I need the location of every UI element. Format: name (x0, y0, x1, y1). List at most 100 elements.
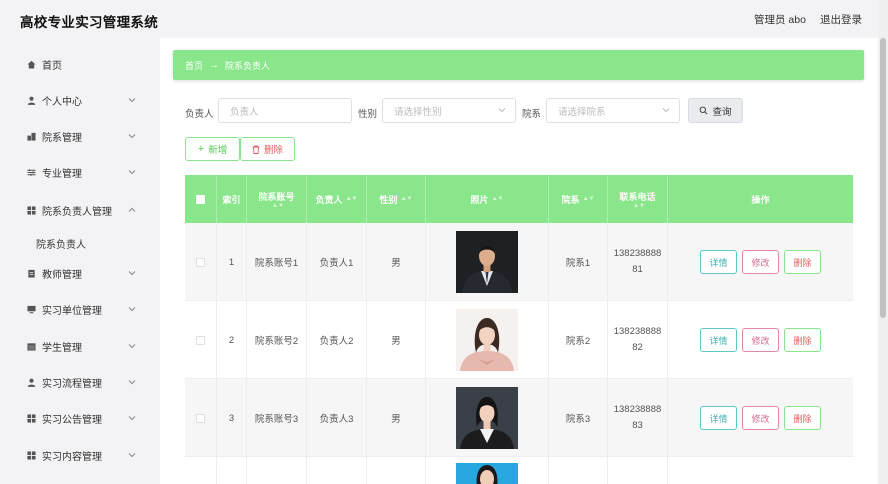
sidebar-item-process[interactable]: 实习流程管理 (0, 364, 160, 400)
avatar (456, 309, 518, 371)
breadcrumb-current: 院系负责人 (225, 60, 271, 71)
dept-select[interactable]: 请选择院系 (546, 98, 680, 123)
sidebar-item-major[interactable]: 专业管理 (0, 154, 160, 190)
sidebar-item-label: 教师管理 (42, 269, 82, 281)
cell-person: 负责人3 (307, 379, 367, 457)
chevron-down-icon (128, 269, 136, 278)
delete-label: 删除 (263, 145, 283, 156)
batch-delete-button[interactable]: 删除 (240, 137, 295, 161)
sidebar-item-label: 学生管理 (42, 342, 82, 354)
building-icon (27, 132, 36, 141)
search-icon (699, 106, 708, 115)
add-button[interactable]: + 新增 (185, 137, 240, 161)
cell-account: 院系账号1 (247, 223, 307, 301)
user-icon (27, 378, 36, 387)
clipboard-icon (27, 269, 36, 278)
chevron-down-icon (128, 451, 136, 460)
chevron-down-icon (128, 342, 136, 351)
edit-button[interactable]: 修改 (742, 328, 779, 352)
sidebar-item-home[interactable]: 首页 (0, 46, 160, 82)
scrollbar-thumb[interactable] (880, 38, 886, 318)
chevron-down-icon (128, 378, 136, 387)
cell-dept: 院系1 (549, 223, 608, 301)
sidebar-item-label: 院系管理 (42, 132, 82, 144)
sidebar-item-label: 首页 (42, 60, 62, 72)
sliders-icon (27, 168, 36, 177)
cell-index: 1 (217, 223, 247, 301)
person-search-input[interactable]: 负责人 (218, 98, 352, 123)
header-photo[interactable]: 照片 ▲▼ (426, 175, 549, 223)
cell-index: 2 (217, 301, 247, 379)
cell-phone: 138238888 81 (608, 223, 668, 301)
grid-icon (27, 413, 36, 423)
user-icon (27, 96, 36, 105)
top-bar: 高校专业实习管理系统 管理员 abo 退出登录 (0, 0, 878, 38)
cell-gender: 男 (367, 223, 426, 301)
header-gender[interactable]: 性别 ▲▼ (367, 175, 426, 223)
logout-link[interactable]: 退出登录 (820, 12, 862, 27)
delete-button[interactable]: 删除 (784, 406, 821, 430)
sidebar-item-content[interactable]: 实习内容管理 (0, 437, 160, 473)
gender-select[interactable]: 请选择性别 (382, 98, 516, 123)
row-checkbox[interactable] (196, 335, 205, 345)
edit-button[interactable]: 修改 (742, 250, 779, 274)
sidebar-item-dept-head[interactable]: 院系负责人管理 (0, 192, 160, 228)
chevron-down-icon (662, 106, 670, 115)
delete-button[interactable]: 删除 (784, 328, 821, 352)
header-select-all[interactable] (185, 175, 217, 223)
avatar (456, 387, 518, 449)
detail-button[interactable]: 详情 (700, 406, 737, 430)
sort-icon: ▲▼ (272, 202, 284, 209)
app-title: 高校专业实习管理系统 (20, 15, 158, 30)
sidebar-item-student[interactable]: 学生管理 (0, 328, 160, 364)
chevron-up-icon (128, 206, 136, 215)
submenu-item-dept-head[interactable]: 院系负责人 (36, 236, 86, 251)
cell-phone: 138238888 82 (608, 301, 668, 379)
person-placeholder: 负责人 (230, 106, 259, 118)
sort-icon: ▲▼ (491, 196, 504, 202)
gender-placeholder: 请选择性别 (394, 106, 442, 118)
add-label: 新增 (208, 145, 228, 156)
table-row: 1 院系账号1 负责人1 男 院系1 138238888 81 详情 修改 删除 (185, 223, 853, 301)
grid-icon (27, 205, 36, 215)
sidebar-item-label: 实习流程管理 (42, 378, 102, 390)
sidebar-item-company[interactable]: 实习单位管理 (0, 291, 160, 327)
detail-button[interactable]: 详情 (700, 328, 737, 352)
calendar-icon (27, 342, 36, 351)
sidebar-item-profile[interactable]: 个人中心 (0, 82, 160, 118)
sidebar-item-notice[interactable]: 实习公告管理 (0, 400, 160, 436)
header-phone[interactable]: 联系电话 ▲▼ (608, 175, 668, 223)
chevron-down-icon (128, 132, 136, 141)
grid-icon (27, 450, 36, 460)
sidebar-item-label: 实习单位管理 (42, 305, 102, 317)
select-all-checkbox[interactable] (196, 194, 205, 204)
delete-button[interactable]: 删除 (784, 250, 821, 274)
sidebar-item-teacher[interactable]: 教师管理 (0, 255, 160, 291)
detail-button[interactable]: 详情 (700, 250, 737, 274)
chevron-down-icon (128, 96, 136, 105)
query-button[interactable]: 查询 (688, 98, 743, 123)
chevron-down-icon (128, 414, 136, 423)
chevron-down-icon (128, 305, 136, 314)
cell-dept: 院系2 (549, 301, 608, 379)
trash-icon (252, 145, 260, 154)
cell-gender: 男 (367, 379, 426, 457)
breadcrumb-home[interactable]: 首页 (185, 59, 203, 72)
header-person[interactable]: 负责人 ▲▼ (307, 175, 367, 223)
table-row: 2 院系账号2 负责人2 男 院系2 138238888 82 详情 修改 删除 (185, 301, 853, 379)
cell-account: 院系账号3 (247, 379, 307, 457)
sidebar-item-dept[interactable]: 院系管理 (0, 118, 160, 154)
person-label: 负责人 (185, 109, 214, 120)
header-dept[interactable]: 院系 ▲▼ (549, 175, 608, 223)
row-checkbox[interactable] (196, 257, 205, 267)
edit-button[interactable]: 修改 (742, 406, 779, 430)
sidebar-item-label: 院系负责人管理 (42, 206, 112, 218)
sidebar-item-label: 个人中心 (42, 96, 82, 108)
sidebar-item-label: 专业管理 (42, 168, 82, 180)
table-row (185, 457, 853, 484)
header-account[interactable]: 院系账号 ▲▼ (247, 175, 307, 223)
cell-phone: 138238888 83 (608, 379, 668, 457)
dept-placeholder: 请选择院系 (558, 106, 606, 118)
row-checkbox[interactable] (196, 413, 205, 423)
page-scrollbar[interactable] (878, 0, 888, 484)
